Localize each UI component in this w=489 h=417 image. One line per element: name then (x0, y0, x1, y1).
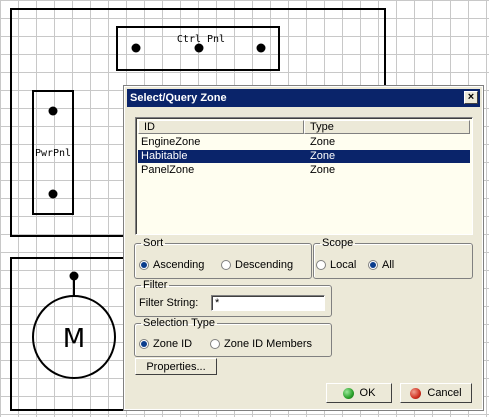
row-id: PanelZone (141, 164, 195, 176)
radio-off-icon (210, 339, 220, 349)
scope-local-radio[interactable]: Local (316, 259, 356, 271)
table-row[interactable]: EngineZone Zone (138, 136, 470, 149)
sort-legend: Sort (143, 237, 164, 249)
sort-group: Sort (134, 237, 312, 279)
cancel-label: Cancel (427, 387, 462, 399)
sort-ascending-label: Ascending (153, 259, 205, 271)
ok-icon (342, 387, 354, 399)
scope-all-radio[interactable]: All (368, 259, 394, 271)
select-query-zone-dialog: Select/Query Zone × ID Type EngineZone Z… (123, 85, 484, 411)
row-id: EngineZone (141, 136, 201, 148)
properties-button[interactable]: Properties... (135, 358, 217, 375)
sort-descending-label: Descending (235, 259, 294, 271)
zone-id-members-label: Zone ID Members (224, 338, 313, 350)
radio-on-icon (139, 339, 149, 349)
close-icon: × (467, 91, 475, 103)
zone-list[interactable]: ID Type EngineZone Zone Habitable Zone P… (135, 117, 473, 235)
scope-group: Scope (313, 237, 473, 279)
scope-local-label: Local (330, 259, 357, 271)
table-row-selected[interactable]: Habitable Zone (138, 150, 470, 163)
ok-label: OK (359, 387, 376, 399)
scope-all-label: All (382, 259, 395, 271)
filter-legend: Filter (143, 279, 168, 291)
row-id: Habitable (141, 150, 188, 162)
column-header-id[interactable]: ID (138, 120, 304, 134)
cancel-icon (410, 387, 422, 399)
radio-on-icon (139, 260, 149, 270)
row-type: Zone (310, 136, 336, 148)
sort-descending-radio[interactable]: Descending (221, 259, 293, 271)
selection-type-legend: Selection Type (143, 317, 215, 329)
selection-type-group: Selection Type (134, 317, 332, 357)
ctrl-panel-label: Ctrl Pnl (177, 34, 225, 45)
ok-button[interactable]: OK (326, 383, 392, 403)
zone-id-label: Zone ID (153, 338, 193, 350)
filter-string-label: Filter String: (139, 297, 199, 309)
pwr-panel-pin-1 (48, 106, 58, 116)
motor-label: M (63, 324, 85, 354)
row-type: Zone (310, 150, 336, 162)
properties-label: Properties... (146, 360, 206, 373)
table-row[interactable]: PanelZone Zone (138, 164, 470, 177)
zone-id-radio[interactable]: Zone ID (139, 338, 192, 350)
sort-ascending-radio[interactable]: Ascending (139, 259, 204, 271)
column-header-type[interactable]: Type (304, 120, 470, 134)
row-type: Zone (310, 164, 336, 176)
pwr-panel-label: PwrPnl (35, 148, 71, 159)
radio-off-icon (221, 260, 231, 270)
dialog-title: Select/Query Zone (130, 92, 227, 104)
scope-legend: Scope (322, 237, 354, 249)
cancel-button[interactable]: Cancel (400, 383, 472, 403)
radio-off-icon (316, 260, 326, 270)
zone-id-members-radio[interactable]: Zone ID Members (210, 338, 312, 350)
dialog-titlebar[interactable]: Select/Query Zone × (127, 89, 480, 107)
close-button[interactable]: × (464, 91, 478, 104)
ctrl-panel-pin-3 (256, 43, 266, 53)
filter-string-input[interactable]: * (211, 295, 325, 311)
ctrl-panel-pin-1 (131, 43, 141, 53)
radio-on-icon (368, 260, 378, 270)
pwr-panel-pin-2 (48, 189, 58, 199)
